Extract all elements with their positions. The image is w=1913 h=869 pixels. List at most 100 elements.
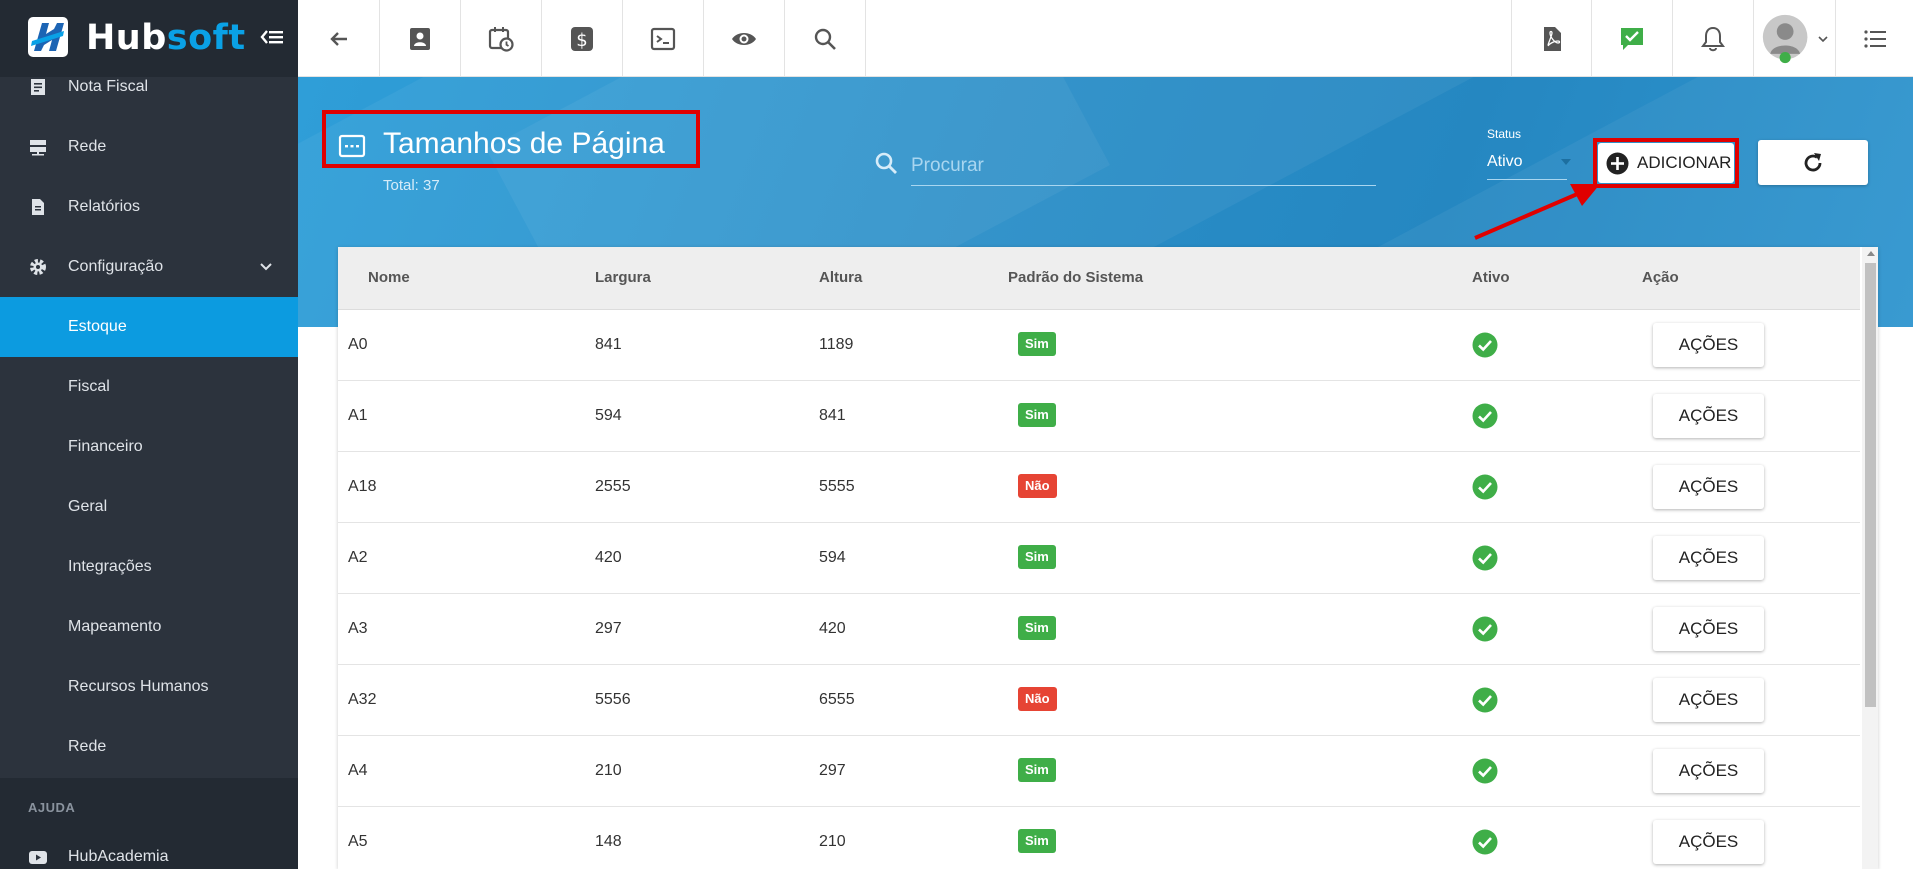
calendar-clock-icon [488, 26, 514, 52]
sidebar-item-label: Rede [68, 738, 107, 755]
table-row[interactable]: A1 594 841 Sim AÇÕES [338, 381, 1860, 452]
refresh-button[interactable] [1758, 140, 1868, 185]
list-icon [1863, 29, 1886, 48]
hubsoft-logo-icon[interactable] [28, 17, 68, 57]
svg-text:$: $ [576, 30, 587, 51]
active-check-icon [1472, 403, 1498, 429]
document-icon [32, 199, 44, 215]
table-row[interactable]: A5 148 210 Sim AÇÕES [338, 807, 1860, 869]
sidebar-item-label: Integrações [68, 558, 152, 575]
cell-altura: 841 [819, 407, 846, 424]
sidebar-item-rede-config[interactable]: Rede [0, 717, 298, 777]
active-check-icon [1472, 758, 1498, 784]
sidebar-item-fiscal[interactable]: Fiscal [0, 357, 298, 417]
system-default-badge: Sim [1018, 332, 1056, 356]
sidebar: Nota Fiscal Rede Relatórios Configuração… [0, 0, 298, 869]
sidebar-item-recursos-humanos[interactable]: Recursos Humanos [0, 657, 298, 717]
scrollbar-thumb[interactable] [1865, 263, 1876, 707]
notifications-button[interactable] [1673, 0, 1754, 77]
table-row[interactable]: A0 841 1189 Sim AÇÕES [338, 310, 1860, 381]
sidebar-item-financeiro[interactable]: Financeiro [0, 417, 298, 477]
actions-button[interactable]: AÇÕES [1653, 820, 1764, 864]
cell-largura: 148 [595, 833, 622, 850]
chevron-down-icon [1817, 35, 1828, 42]
page-size-icon [338, 134, 366, 158]
actions-button[interactable]: AÇÕES [1653, 749, 1764, 793]
cell-nome: A4 [348, 762, 368, 779]
cell-largura: 2555 [595, 478, 631, 495]
actions-button[interactable]: AÇÕES [1653, 536, 1764, 580]
sidebar-item-label: Nota Fiscal [68, 78, 149, 95]
sidebar-item-label: Configuração [68, 258, 164, 275]
col-ativo[interactable]: Ativo [1472, 269, 1510, 286]
col-nome[interactable]: Nome [368, 269, 410, 286]
collapse-sidebar-icon[interactable] [259, 26, 285, 48]
col-padrao[interactable]: Padrão do Sistema [1008, 269, 1143, 286]
scroll-up-icon[interactable] [1867, 251, 1875, 256]
table-row[interactable]: A4 210 297 Sim AÇÕES [338, 736, 1860, 807]
table-row[interactable]: A2 420 594 Sim AÇÕES [338, 523, 1860, 594]
terminal-icon [650, 27, 676, 50]
table-row[interactable]: A3 297 420 Sim AÇÕES [338, 594, 1860, 665]
list-menu-button[interactable] [1836, 0, 1913, 77]
cell-largura: 420 [595, 549, 622, 566]
sidebar-item-label: HubAcademia [68, 848, 169, 865]
arrow-left-icon [329, 31, 347, 46]
sidebar-item-relatorios[interactable]: Relatórios [0, 177, 298, 237]
sidebar-item-mapeamento[interactable]: Mapeamento [0, 597, 298, 657]
tasks-button[interactable] [1592, 0, 1673, 77]
add-button-label: ADICIONAR [1637, 153, 1732, 172]
top-toolbar: $ [298, 0, 1913, 77]
table-row[interactable]: A32 5556 6555 Não AÇÕES [338, 665, 1860, 736]
sidebar-item-estoque[interactable]: Estoque [0, 297, 298, 357]
eye-icon [732, 32, 756, 45]
schedule-button[interactable] [461, 0, 542, 77]
status-select[interactable]: Ativo [1487, 148, 1567, 180]
finance-button[interactable]: $ [542, 0, 623, 77]
dollar-icon: $ [571, 26, 593, 51]
search-button[interactable] [785, 0, 866, 77]
back-button[interactable] [298, 0, 380, 77]
search-icon [875, 152, 897, 174]
sidebar-item-integracoes[interactable]: Integrações [0, 537, 298, 597]
chevron-down-icon [260, 263, 272, 271]
sidebar-item-rede[interactable]: Rede [0, 117, 298, 177]
check-chat-icon [1621, 27, 1643, 50]
data-table: Nome Largura Altura Padrão do Sistema At… [338, 247, 1878, 869]
system-default-badge: Sim [1018, 758, 1056, 782]
table-row[interactable]: A18 2555 5555 Não AÇÕES [338, 452, 1860, 523]
view-button[interactable] [704, 0, 785, 77]
cell-largura: 297 [595, 620, 622, 637]
cell-altura: 5555 [819, 478, 855, 495]
search-input[interactable] [911, 146, 1376, 186]
actions-button[interactable]: AÇÕES [1653, 678, 1764, 722]
col-largura[interactable]: Largura [595, 269, 651, 286]
sidebar-item-hubacademia[interactable]: HubAcademia [0, 827, 298, 869]
active-check-icon [1472, 687, 1498, 713]
sidebar-item-label: Mapeamento [68, 618, 162, 635]
cell-altura: 297 [819, 762, 846, 779]
actions-button[interactable]: AÇÕES [1653, 465, 1764, 509]
terminal-button[interactable] [623, 0, 704, 77]
active-check-icon [1472, 474, 1498, 500]
contact-button[interactable] [380, 0, 461, 77]
cell-altura: 210 [819, 833, 846, 850]
actions-button[interactable]: AÇÕES [1653, 394, 1764, 438]
logo-text: Hubsoft [86, 18, 246, 58]
pdf-icon [1543, 26, 1561, 51]
pdf-button[interactable] [1511, 0, 1592, 77]
actions-button[interactable]: AÇÕES [1653, 323, 1764, 367]
cell-largura: 594 [595, 407, 622, 424]
cell-nome: A32 [348, 691, 377, 708]
system-default-badge: Não [1018, 474, 1057, 498]
sidebar-item-configuracao[interactable]: Configuração [0, 237, 298, 297]
col-altura[interactable]: Altura [819, 269, 862, 286]
actions-button[interactable]: AÇÕES [1653, 607, 1764, 651]
system-default-badge: Sim [1018, 616, 1056, 640]
logo-bar: Hubsoft [0, 0, 298, 77]
add-button[interactable]: ADICIONAR [1598, 143, 1734, 183]
user-menu-button[interactable] [1754, 0, 1836, 77]
bell-icon [1701, 26, 1725, 51]
avatar [1762, 14, 1807, 63]
sidebar-item-geral[interactable]: Geral [0, 477, 298, 537]
